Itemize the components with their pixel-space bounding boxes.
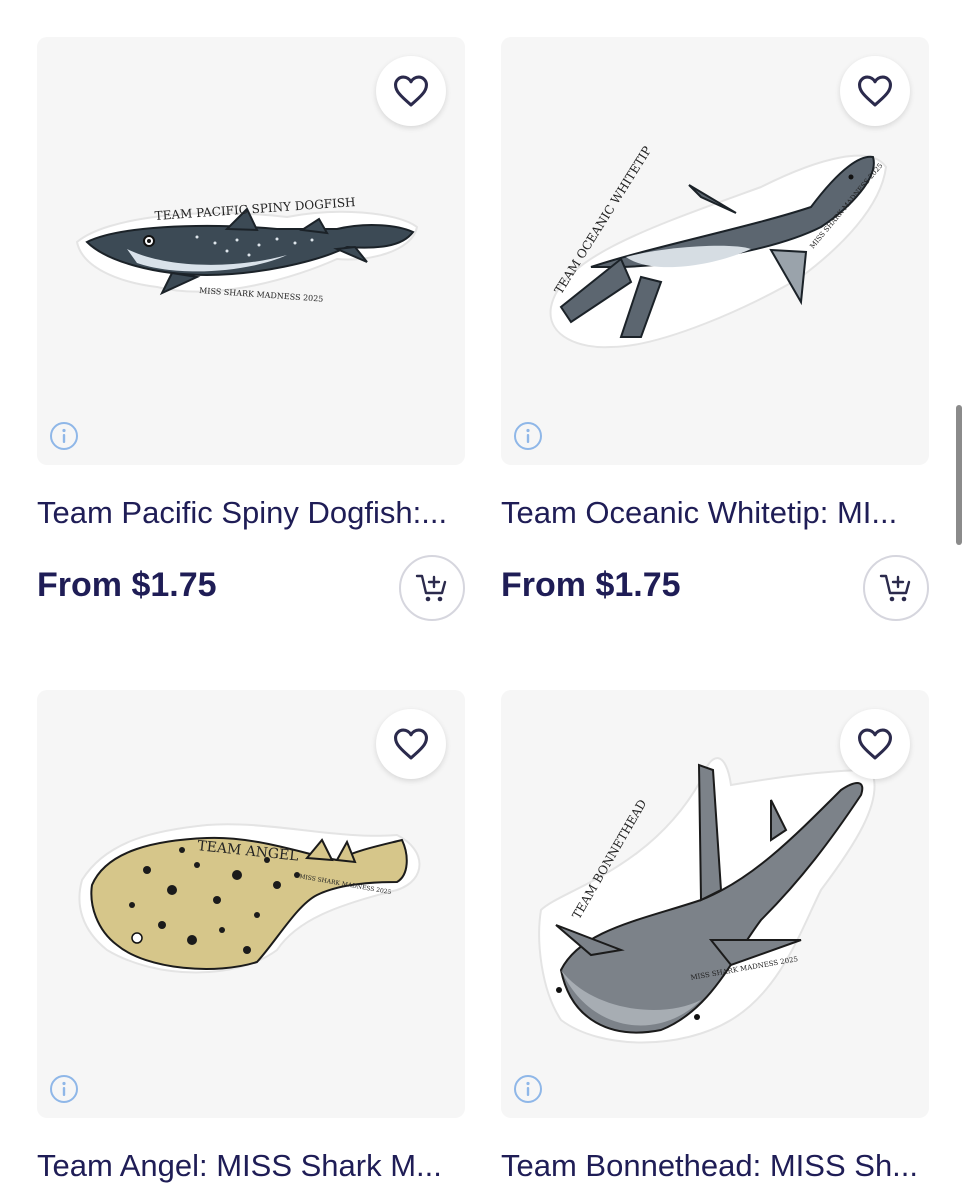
favorite-button[interactable] — [840, 56, 910, 126]
product-title[interactable]: Team Oceanic Whitetip: MI... — [501, 493, 929, 533]
info-circle-icon — [50, 1075, 78, 1103]
product-image[interactable]: TEAM BONNETHEAD MISS SHARK MADNESS 2025 — [501, 690, 929, 1118]
favorite-button[interactable] — [376, 709, 446, 779]
heart-outline-icon — [393, 75, 428, 107]
product-card[interactable]: TEAM OCEANIC WHITETIP MISS SHARK MADNESS… — [501, 37, 929, 637]
product-card[interactable]: TEAM BONNETHEAD MISS SHARK MADNESS 2025 … — [501, 690, 929, 1200]
info-circle-icon — [50, 422, 78, 450]
product-image[interactable]: TEAM PACIFIC SPINY DOGFISH MISS SHARK MA… — [37, 37, 465, 465]
product-title[interactable]: Team Angel: MISS Shark M... — [37, 1146, 465, 1186]
product-card[interactable]: TEAM PACIFIC SPINY DOGFISH MISS SHARK MA… — [37, 37, 465, 637]
product-price: From $1.75 — [501, 566, 681, 604]
scrollbar-thumb[interactable] — [956, 405, 962, 545]
heart-outline-icon — [858, 728, 892, 760]
info-circle-icon — [514, 422, 542, 450]
product-title[interactable]: Team Pacific Spiny Dogfish:... — [37, 493, 465, 533]
add-to-cart-button[interactable] — [863, 555, 929, 621]
product-price: From $1.75 — [37, 566, 217, 604]
product-card[interactable]: TEAM ANGEL MISS SHARK MADNESS 2025 Team … — [37, 690, 465, 1200]
info-button[interactable] — [49, 421, 79, 451]
add-to-cart-icon — [415, 574, 447, 602]
info-button[interactable] — [513, 421, 543, 451]
sticker-event-text: MISS SHARK MADNESS 2025 — [199, 286, 324, 304]
info-button[interactable] — [513, 1074, 543, 1104]
add-to-cart-button[interactable] — [399, 555, 465, 621]
heart-outline-icon — [858, 75, 892, 107]
product-image[interactable]: TEAM OCEANIC WHITETIP MISS SHARK MADNESS… — [501, 37, 929, 465]
info-circle-icon — [514, 1075, 542, 1103]
add-to-cart-icon — [879, 574, 911, 602]
product-image[interactable]: TEAM ANGEL MISS SHARK MADNESS 2025 — [37, 690, 465, 1118]
product-title[interactable]: Team Bonnethead: MISS Sh... — [501, 1146, 929, 1186]
heart-outline-icon — [393, 728, 428, 760]
favorite-button[interactable] — [840, 709, 910, 779]
favorite-button[interactable] — [376, 56, 446, 126]
info-button[interactable] — [49, 1074, 79, 1104]
